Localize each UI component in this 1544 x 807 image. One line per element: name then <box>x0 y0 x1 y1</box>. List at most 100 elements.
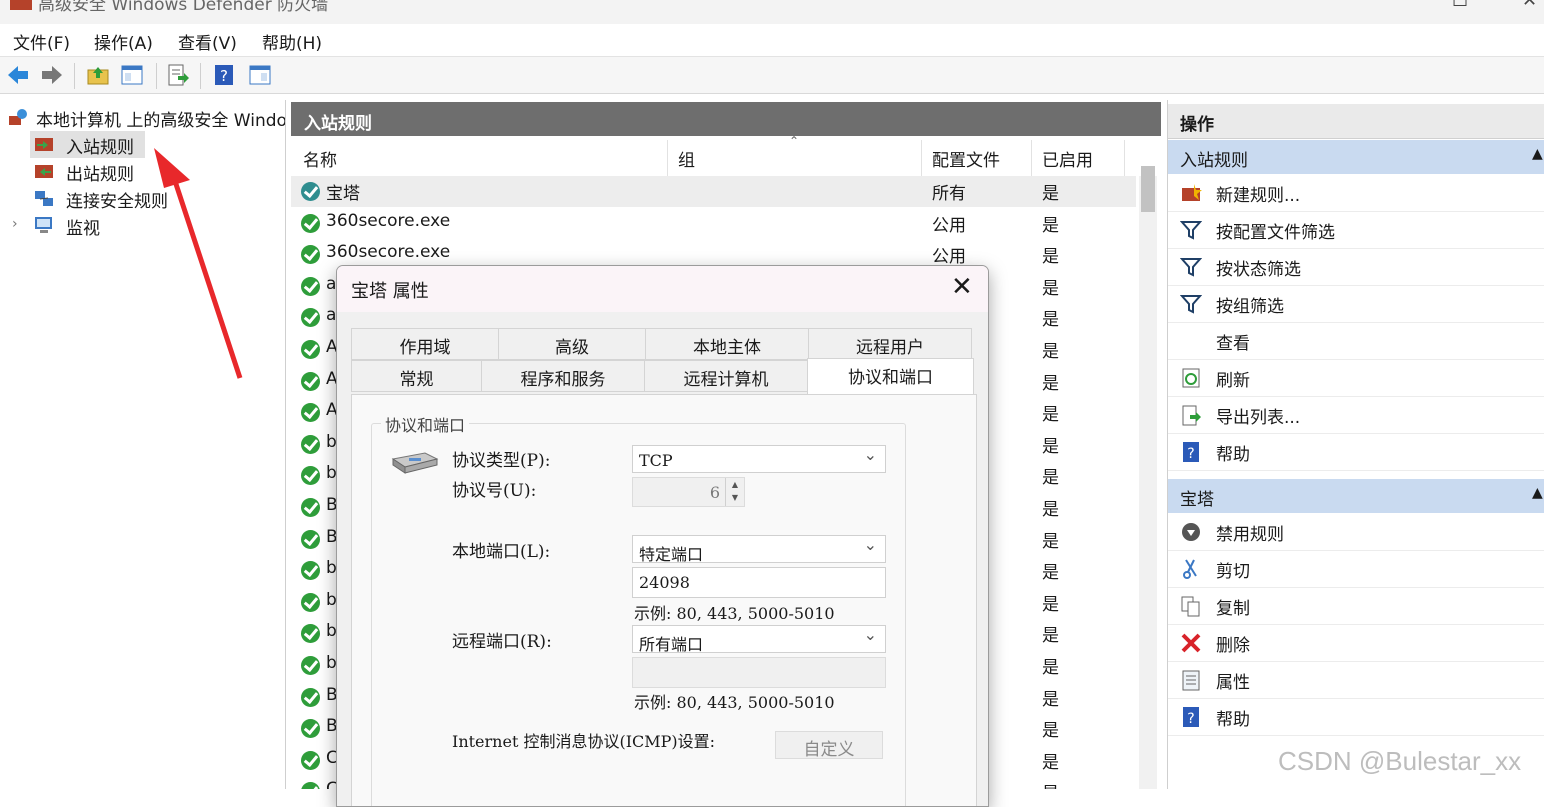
back-icon[interactable] <box>6 63 30 87</box>
tab-label: 协议和端口 <box>848 368 933 388</box>
action-item[interactable]: 属性 <box>1168 662 1544 699</box>
enabled-check-icon <box>301 466 320 486</box>
actions-section-inbound[interactable]: 入站规则 ▲ <box>1168 140 1544 174</box>
tab-protocols-ports[interactable]: 协议和端口 <box>807 358 974 395</box>
protocol-number-label: 协议号(U): <box>452 481 537 501</box>
dialog-title-bar: 宝塔 属性 ✕ <box>337 266 988 312</box>
svg-text:?: ? <box>1187 711 1194 727</box>
column-header-enabled[interactable]: 已启用 <box>1042 146 1093 171</box>
cell-enabled: 是 <box>1042 405 1059 426</box>
tab-remote-computers[interactable]: 远程计算机 <box>644 360 808 392</box>
column-divider <box>921 140 922 176</box>
tree-root[interactable]: 本地计算机 上的高级安全 Windows Defender 防火墙 <box>0 104 285 131</box>
action-item[interactable]: ? 帮助 <box>1168 434 1544 471</box>
filter-icon <box>1180 295 1202 314</box>
cell-enabled: 是 <box>1042 500 1059 520</box>
collapse-icon: ▲ <box>1532 485 1543 501</box>
actions-section-selected[interactable]: 宝塔 ▲ <box>1168 479 1544 513</box>
local-port-input[interactable]: 24098 <box>632 567 886 598</box>
enabled-check-icon <box>301 529 320 549</box>
expand-chevron-icon[interactable]: › <box>12 216 18 232</box>
show-hide-tree-icon[interactable] <box>120 63 144 87</box>
protocol-number-stepper[interactable]: 6 ▲ ▼ <box>632 477 745 507</box>
menu-view[interactable]: 查看(V) <box>178 29 237 54</box>
svg-text:?: ? <box>220 67 228 85</box>
icmp-settings-label: Internet 控制消息协议(ICMP)设置: <box>452 732 716 751</box>
column-header-name[interactable]: 名称 <box>303 146 337 171</box>
action-item[interactable]: 剪切 <box>1168 551 1544 588</box>
column-divider <box>667 140 668 176</box>
maximize-button[interactable]: ☐ <box>1452 0 1468 11</box>
menu-file[interactable]: 文件(F) <box>13 29 70 54</box>
cut-icon <box>1183 559 1197 579</box>
enabled-check-icon <box>301 213 320 233</box>
action-item[interactable]: 刷新 <box>1168 360 1544 397</box>
outbound-rules-icon <box>35 165 53 178</box>
enabled-check-icon <box>301 434 320 454</box>
export-list-icon <box>1182 405 1201 426</box>
cell-enabled: 是 <box>1042 721 1059 742</box>
action-label: 按组筛选 <box>1216 297 1284 317</box>
tree-item-inbound-rules[interactable]: 入站规则 <box>30 131 145 158</box>
action-item[interactable]: 查看 <box>1168 323 1544 360</box>
remote-port-label: 远程端口(R): <box>452 632 552 652</box>
action-item[interactable]: 复制 <box>1168 588 1544 625</box>
enabled-check-icon <box>301 403 320 423</box>
filter-icon <box>1180 258 1202 277</box>
action-item[interactable]: 导出列表... <box>1168 397 1544 434</box>
enabled-check-icon <box>301 371 320 391</box>
scrollbar-thumb[interactable] <box>1141 166 1155 212</box>
action-label: 复制 <box>1216 599 1250 619</box>
actions-header: 操作 <box>1168 104 1544 139</box>
action-item[interactable]: 新建规则... <box>1168 175 1544 212</box>
monitor-icon <box>35 217 52 233</box>
show-hide-action-pane-icon[interactable] <box>248 63 272 87</box>
remote-port-input[interactable] <box>632 657 886 688</box>
local-port-select[interactable]: 特定端口 <box>632 535 886 564</box>
tab-local-principals[interactable]: 本地主体 <box>645 328 809 360</box>
toolbar-separator <box>200 63 201 89</box>
enabled-check-icon <box>301 750 320 770</box>
tab-scope[interactable]: 作用域 <box>351 328 499 360</box>
close-window-button[interactable]: ✕ <box>1522 0 1537 11</box>
action-item[interactable]: 按组筛选 <box>1168 286 1544 323</box>
tab-label: 作用域 <box>399 338 451 358</box>
tab-general[interactable]: 常规 <box>351 360 482 392</box>
export-list-icon[interactable] <box>166 63 190 87</box>
cell-enabled: 是 <box>1042 563 1059 584</box>
action-item[interactable]: 禁用规则 <box>1168 514 1544 551</box>
action-label: 禁用规则 <box>1216 525 1284 545</box>
action-item[interactable]: 按状态筛选 <box>1168 249 1544 286</box>
table-row[interactable]: 宝塔 所有 是 <box>291 176 1136 207</box>
remote-port-select[interactable]: 所有端口 <box>632 625 886 654</box>
up-folder-icon[interactable] <box>86 63 110 87</box>
tab-programs-services[interactable]: 程序和服务 <box>481 360 645 392</box>
action-item[interactable]: 删除 <box>1168 625 1544 662</box>
cell-profile: 所有 <box>932 184 966 204</box>
firewall-app-icon <box>10 0 32 10</box>
column-header-group[interactable]: 组 <box>678 146 695 171</box>
vertical-scrollbar[interactable] <box>1139 176 1157 789</box>
protocol-type-select[interactable]: TCP <box>632 445 886 473</box>
dialog-close-icon[interactable]: ✕ <box>951 272 973 302</box>
protocol-type-label: 协议类型(P): <box>452 451 551 471</box>
help-icon[interactable]: ? <box>212 63 236 87</box>
local-port-value: 特定端口 <box>639 545 704 564</box>
spinner-arrows-icon[interactable]: ▲ ▼ <box>725 478 744 506</box>
action-label: 按配置文件筛选 <box>1216 223 1335 243</box>
action-label: 帮助 <box>1216 445 1250 465</box>
action-item[interactable]: ? 帮助 <box>1168 699 1544 736</box>
column-header-profile[interactable]: 配置文件 <box>932 146 1000 171</box>
table-row[interactable]: 360secore.exe 公用 是 <box>291 208 1136 239</box>
enabled-check-icon <box>301 719 320 739</box>
connection-security-icon <box>35 191 53 206</box>
tab-advanced[interactable]: 高级 <box>498 328 646 360</box>
menu-action[interactable]: 操作(A) <box>94 29 153 54</box>
customize-button[interactable]: 自定义 <box>775 731 883 760</box>
tab-remote-users[interactable]: 远程用户 <box>808 328 972 360</box>
menu-help[interactable]: 帮助(H) <box>262 29 322 54</box>
action-item[interactable]: 按配置文件筛选 <box>1168 212 1544 249</box>
forward-icon[interactable] <box>40 63 64 87</box>
section-title: 入站规则 <box>1180 151 1248 171</box>
enabled-check-icon <box>301 340 320 359</box>
